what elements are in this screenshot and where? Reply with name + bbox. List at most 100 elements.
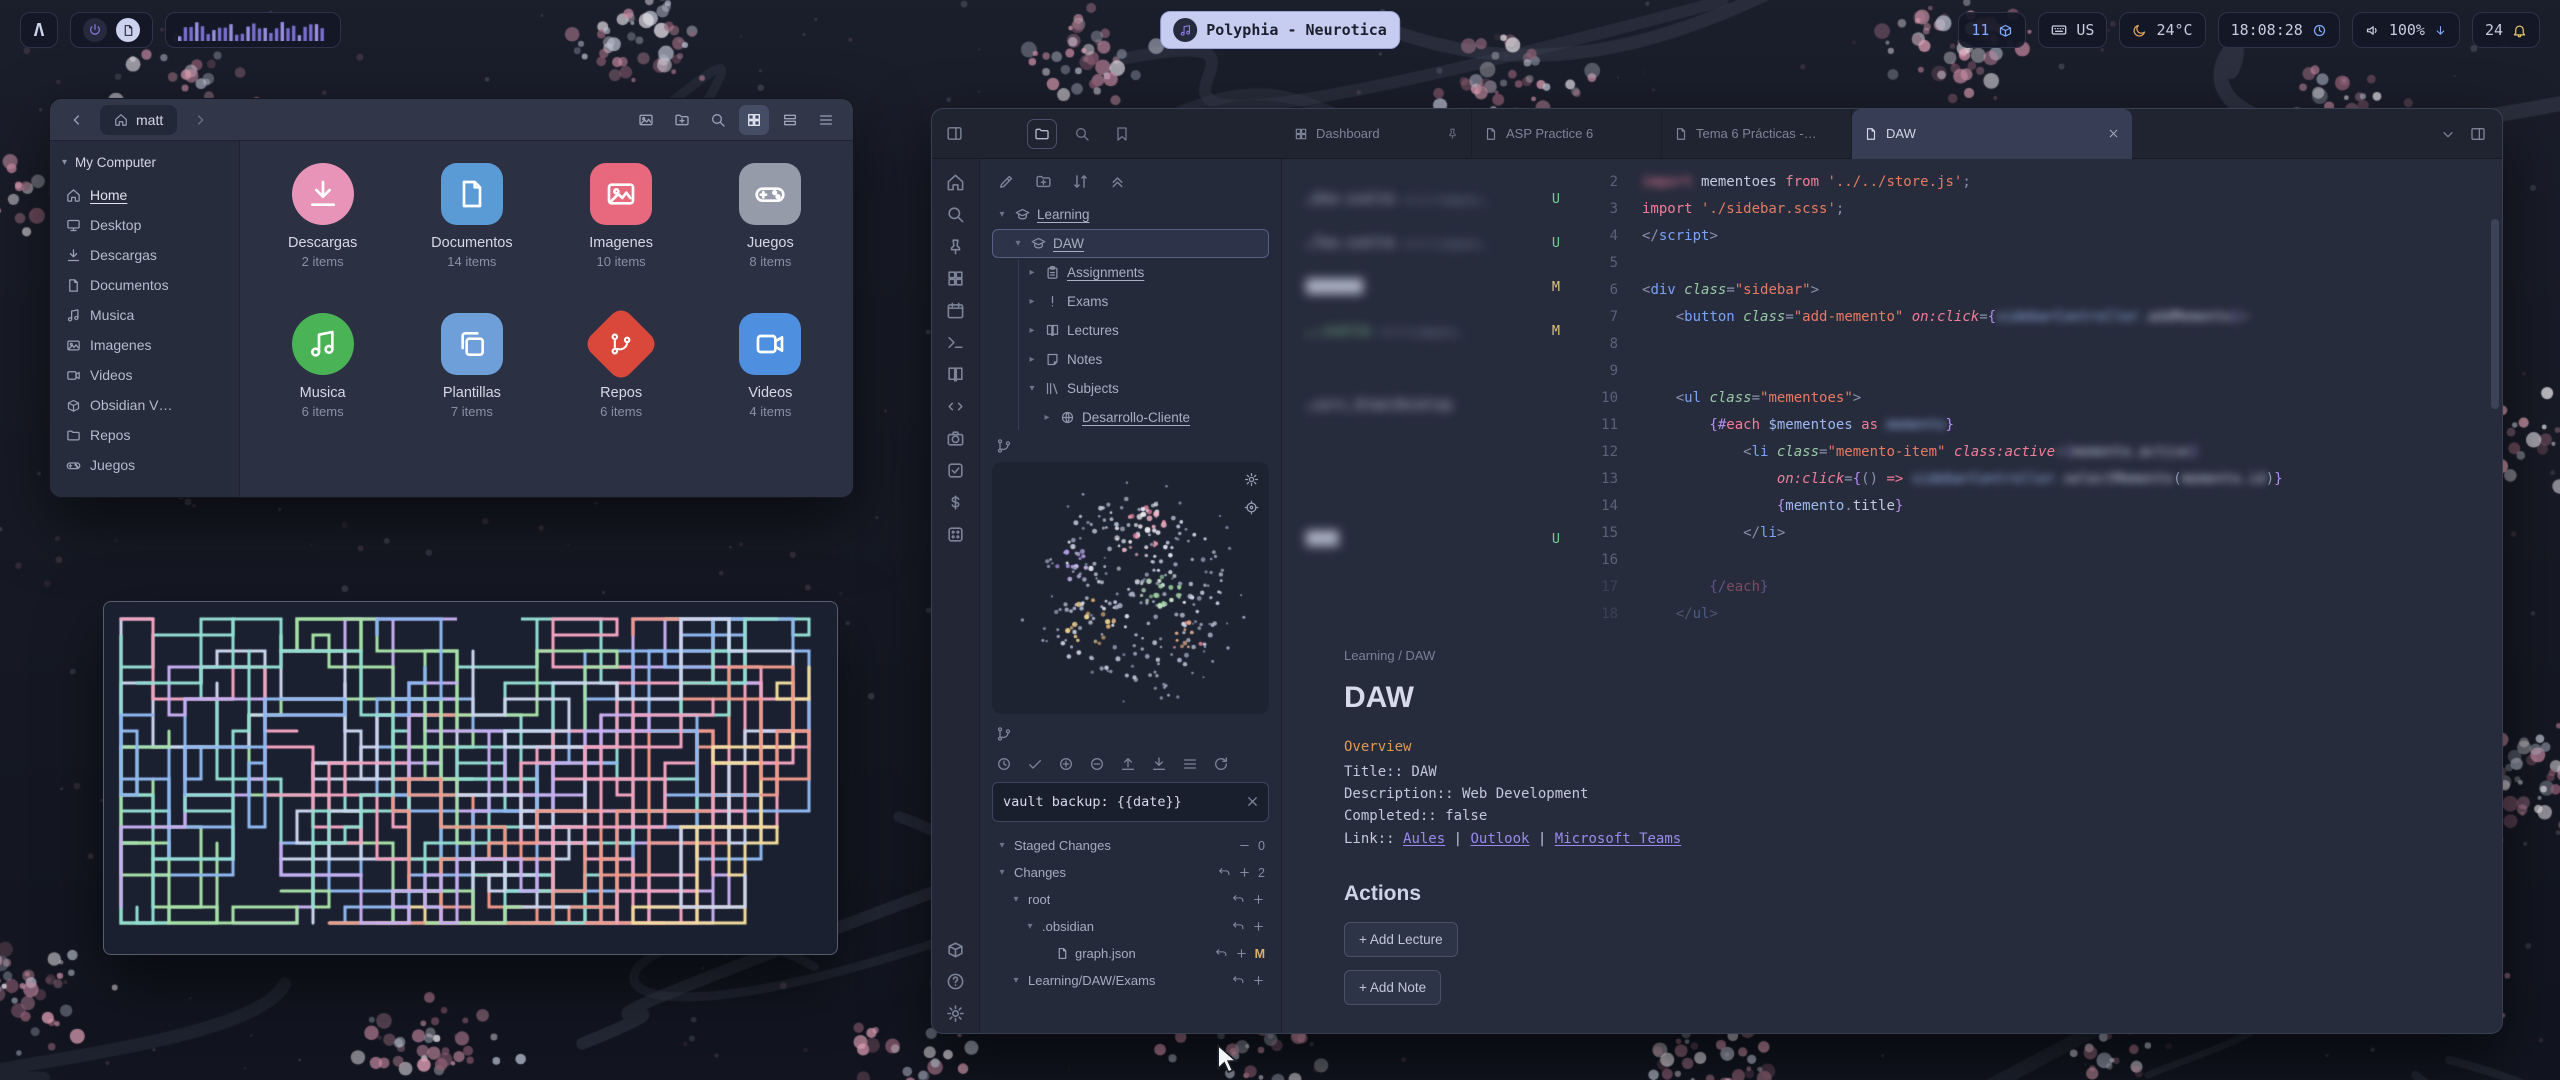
git-row-obsidian[interactable]: ▾.obsidian	[992, 913, 1269, 940]
new-folder-button[interactable]	[667, 105, 697, 135]
plus-circle-button[interactable]	[1058, 756, 1074, 772]
pencil-button[interactable]	[998, 173, 1015, 190]
folder-musica[interactable]: Musica6 items	[248, 307, 397, 457]
tree-item-notes[interactable]: ▸Notes	[992, 345, 1269, 374]
minus-circle-button[interactable]	[1089, 756, 1105, 772]
sidebar-item-documentos[interactable]: Documentos	[50, 270, 239, 300]
tab-dashboard[interactable]: Dashboard	[1282, 109, 1472, 159]
download-button[interactable]	[1151, 756, 1167, 772]
git-row-root[interactable]: ▾root	[992, 886, 1269, 913]
sidebar-item-home[interactable]: Home	[50, 180, 239, 210]
commit-message-input[interactable]	[992, 782, 1269, 822]
tree-item-subjects[interactable]: ▾Subjects	[992, 374, 1269, 403]
bookmark-tab-button[interactable]	[1107, 119, 1137, 149]
folder-imagenes[interactable]: Imagenes10 items	[547, 157, 696, 307]
folder-tab-button[interactable]	[1027, 119, 1057, 149]
folder-documentos[interactable]: Documentos14 items	[397, 157, 546, 307]
git-row-graph-json[interactable]: graph.jsonM	[992, 940, 1269, 967]
folder-plantillas[interactable]: Plantillas7 items	[397, 307, 546, 457]
question-button[interactable]	[946, 972, 965, 991]
search-button[interactable]	[703, 105, 733, 135]
sidebar-item-descargas[interactable]: Descargas	[50, 240, 239, 270]
folder-descargas[interactable]: Descargas2 items	[248, 157, 397, 307]
folder-juegos[interactable]: Juegos8 items	[696, 157, 845, 307]
git-branch-button[interactable]	[996, 438, 1012, 454]
power-button[interactable]	[83, 18, 107, 42]
back-button[interactable]	[62, 105, 92, 135]
tree-item-desarrollo-cliente[interactable]: ▸Desarrollo-Cliente	[992, 403, 1269, 432]
breadcrumb[interactable]: matt	[100, 105, 177, 135]
compact-view-button[interactable]	[775, 105, 805, 135]
notifications-widget[interactable]: 24	[2472, 12, 2540, 48]
sidebar-item-imagenes[interactable]: Imagenes	[50, 330, 239, 360]
tree-item-learning[interactable]: ▾Learning	[992, 200, 1269, 229]
add-lecture-button[interactable]: + Add Lecture	[1344, 922, 1458, 957]
sort-button[interactable]	[1072, 173, 1089, 190]
history-button[interactable]	[996, 756, 1012, 772]
sidebar-toggle-button[interactable]	[946, 125, 963, 142]
tab-tema-6-pr-cticas[interactable]: Tema 6 Prácticas -…	[1662, 109, 1852, 159]
clock-widget[interactable]: 18:08:28	[2218, 12, 2340, 48]
tree-item-exams[interactable]: ▸Exams	[992, 287, 1269, 316]
list-button[interactable]	[1182, 756, 1198, 772]
upload-button[interactable]	[1120, 756, 1136, 772]
split-editor-button[interactable]	[2470, 126, 2486, 142]
sidebar-item-musica[interactable]: Musica	[50, 300, 239, 330]
folder-plus-button[interactable]	[1035, 173, 1052, 190]
graph-settings-button[interactable]	[1244, 472, 1259, 487]
launcher-button[interactable]: Λ	[20, 12, 58, 48]
search-button[interactable]	[946, 205, 965, 224]
tree-item-assignments[interactable]: ▸Assignments	[992, 258, 1269, 287]
keyboard-layout-widget[interactable]: US	[2038, 12, 2107, 48]
link-aules[interactable]: Aules	[1403, 831, 1445, 847]
dice-button[interactable]	[946, 525, 965, 544]
git-row-learning-daw-exams[interactable]: ▾Learning/DAW/Exams	[992, 967, 1269, 994]
camera-button[interactable]	[946, 429, 965, 448]
files-sidebar-title[interactable]: ▾My Computer	[50, 147, 239, 180]
book-button[interactable]	[946, 365, 965, 384]
sidebar-item-repos[interactable]: Repos	[50, 420, 239, 450]
clear-icon[interactable]	[1245, 794, 1260, 809]
grid-view-button[interactable]	[739, 105, 769, 135]
now-playing-widget[interactable]: Polyphia - Neurotica	[1160, 11, 1400, 49]
menu-button[interactable]	[811, 105, 841, 135]
calendar-button[interactable]	[946, 301, 965, 320]
search-tab-button[interactable]	[1067, 119, 1097, 149]
tab-asp-practice-6[interactable]: ASP Practice 6	[1472, 109, 1662, 159]
files-shortcut-button[interactable]	[116, 18, 140, 42]
terminal-button[interactable]	[946, 333, 965, 352]
weather-widget[interactable]: 24°C	[2119, 12, 2205, 48]
folder-repos[interactable]: Repos6 items	[547, 307, 696, 457]
pin-button[interactable]	[946, 237, 965, 256]
graph-view[interactable]	[992, 462, 1269, 714]
refresh-button[interactable]	[1213, 756, 1229, 772]
graph-focus-button[interactable]	[1244, 500, 1259, 515]
updates-widget[interactable]: 11	[1958, 12, 2026, 48]
gear-button[interactable]	[946, 1004, 965, 1023]
tree-item-lectures[interactable]: ▸Lectures	[992, 316, 1269, 345]
link-microsoft-teams[interactable]: Microsoft Teams	[1555, 831, 1681, 847]
forward-button[interactable]	[185, 105, 215, 135]
sidebar-item-juegos[interactable]: Juegos	[50, 450, 239, 480]
thumbnails-button[interactable]	[631, 105, 661, 135]
graph-canvas[interactable]	[992, 462, 1269, 714]
git-row-changes[interactable]: ▾Changes2	[992, 859, 1269, 886]
tab-list-button[interactable]	[2440, 126, 2456, 142]
workspace-switcher-button[interactable]	[996, 726, 1012, 742]
volume-widget[interactable]: 100%	[2352, 12, 2460, 48]
link-outlook[interactable]: Outlook	[1470, 831, 1529, 847]
dollar-button[interactable]	[946, 493, 965, 512]
tree-item-daw[interactable]: ▾DAW	[992, 229, 1269, 258]
box-button[interactable]	[946, 940, 965, 959]
home-button[interactable]	[946, 173, 965, 192]
sidebar-item-videos[interactable]: Videos	[50, 360, 239, 390]
grid-button[interactable]	[946, 269, 965, 288]
tab-daw[interactable]: DAW	[1852, 109, 2132, 159]
folder-videos[interactable]: Videos4 items	[696, 307, 845, 457]
add-note-button[interactable]: + Add Note	[1344, 970, 1441, 1005]
editor-scrollbar[interactable]	[2491, 219, 2499, 409]
checkbox-button[interactable]	[946, 461, 965, 480]
git-row-staged-changes[interactable]: ▾Staged Changes0	[992, 832, 1269, 859]
sidebar-item-desktop[interactable]: Desktop	[50, 210, 239, 240]
sidebar-item-obsidian-v[interactable]: Obsidian V…	[50, 390, 239, 420]
